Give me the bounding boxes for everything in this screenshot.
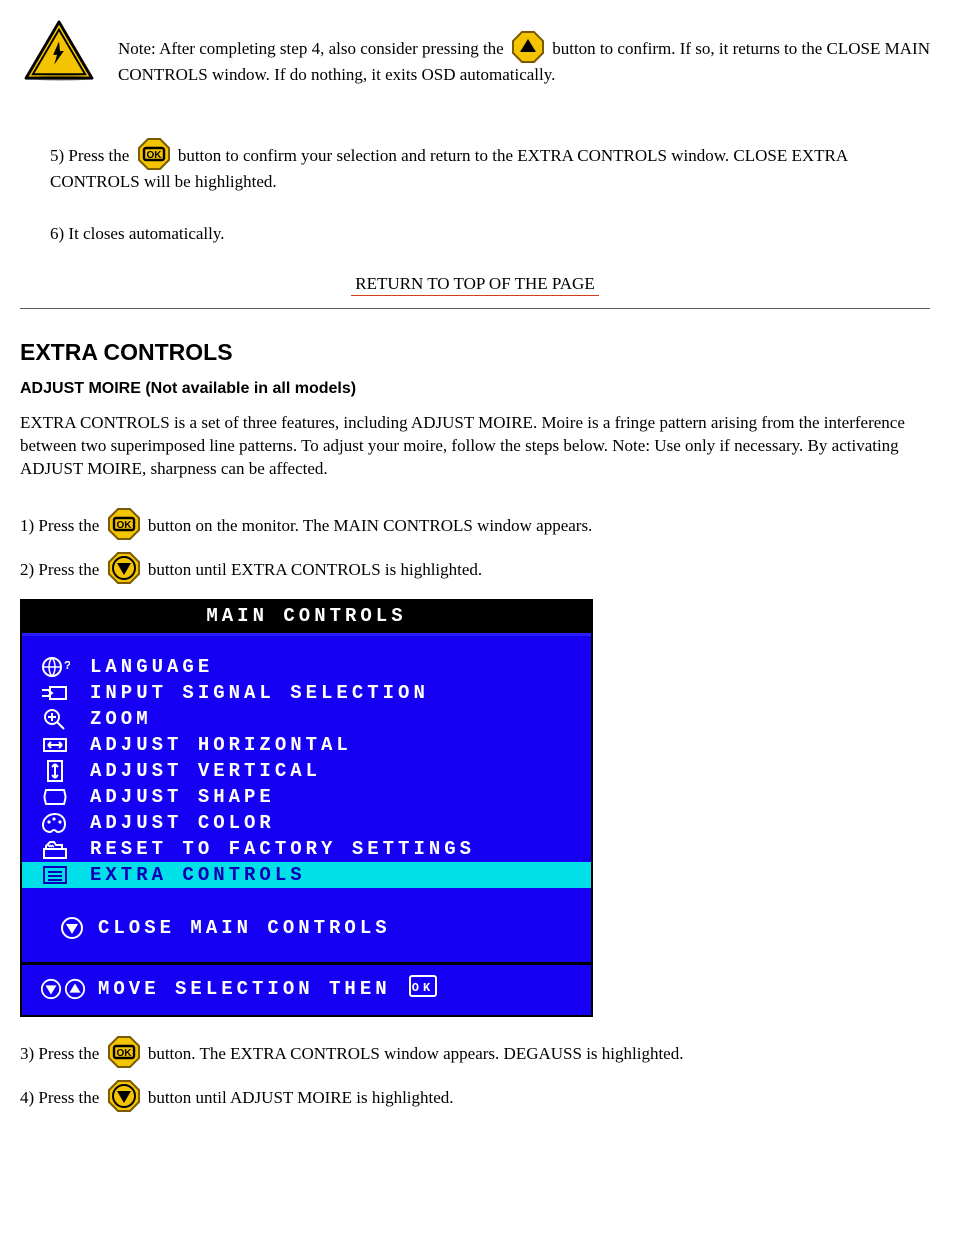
- osd-main-controls: MAIN CONTROLS ? LANGUAGE INPUT SIGNAL SELE…: [20, 599, 593, 1017]
- note-text-a: Note: After completing step 4, also cons…: [118, 39, 508, 58]
- osd-item-label: ADJUST HORIZONTAL: [90, 734, 352, 756]
- osd-close-row: CLOSE MAIN CONTROLS: [22, 914, 591, 962]
- step-4: 4) Press the button until ADJUST MOIRE i…: [20, 1079, 930, 1113]
- list-icon: [36, 863, 74, 887]
- osd-item-label: INPUT SIGNAL SELECTION: [90, 682, 429, 704]
- osd-item-label: ADJUST COLOR: [90, 812, 275, 834]
- osd-item-label: LANGUAGE: [90, 656, 213, 678]
- svg-text:OK: OK: [411, 981, 433, 995]
- osd-item-label: ADJUST VERTICAL: [90, 760, 321, 782]
- osd-item-extra-controls: EXTRA CONTROLS: [22, 862, 591, 888]
- down-arrow-icon: [107, 551, 141, 585]
- osd-item-adjust-vertical: ADJUST VERTICAL: [22, 758, 591, 784]
- svg-text:OK: OK: [116, 1048, 132, 1059]
- color-icon: [36, 811, 74, 835]
- svg-text:OK: OK: [116, 520, 132, 531]
- osd-item-input-signal-selection: INPUT SIGNAL SELECTION: [22, 680, 591, 706]
- vert-icon: [36, 759, 74, 783]
- step-5: 5) Press the OK button to confirm your s…: [50, 137, 930, 194]
- adjust-moire-heading: ADJUST MOIRE (Not available in all model…: [20, 380, 930, 398]
- down-chevron-icon: [60, 916, 84, 940]
- ok-icon: OK: [107, 1035, 141, 1069]
- step-6: 6) It closes automatically.: [50, 224, 930, 244]
- zoom-icon: [36, 707, 74, 731]
- step-1: 1) Press the OK button on the monitor. T…: [20, 507, 930, 541]
- osd-footer: MOVE SELECTION THEN OK: [22, 962, 591, 1015]
- svg-text:OK: OK: [146, 150, 162, 161]
- section-divider: [20, 308, 930, 309]
- reset-icon: [36, 837, 74, 861]
- osd-close-label: CLOSE MAIN CONTROLS: [98, 917, 391, 939]
- step-2: 2) Press the button until EXTRA CONTROLS…: [20, 551, 930, 585]
- up-arrow-icon: [511, 30, 545, 64]
- osd-item-language: ? LANGUAGE: [22, 654, 591, 680]
- globe-icon: ?: [36, 655, 74, 679]
- extra-controls-heading: EXTRA CONTROLS: [20, 339, 930, 366]
- osd-item-reset-to-factory-settings: RESET TO FACTORY SETTINGS: [22, 836, 591, 862]
- return-to-top-link[interactable]: RETURN TO TOP OF THE PAGE: [20, 274, 930, 294]
- osd-item-label: RESET TO FACTORY SETTINGS: [90, 838, 475, 860]
- osd-item-zoom: ZOOM: [22, 706, 591, 732]
- moire-intro: EXTRA CONTROLS is a set of three feature…: [20, 412, 930, 481]
- step5-text-a: 5) Press the: [50, 146, 134, 165]
- horiz-icon: [36, 733, 74, 757]
- osd-item-adjust-color: ADJUST COLOR: [22, 810, 591, 836]
- ok-box-icon: OK: [409, 975, 437, 1003]
- shape-icon: [36, 785, 74, 809]
- input-icon: [36, 681, 74, 705]
- osd-title: MAIN CONTROLS: [22, 601, 591, 633]
- osd-item-label: ZOOM: [90, 708, 152, 730]
- note-block: Note: After completing step 4, also cons…: [20, 20, 930, 87]
- osd-footer-label: MOVE SELECTION THEN: [98, 978, 391, 1000]
- down-chevron-icon: [40, 978, 62, 1000]
- step-3: 3) Press the OK button. The EXTRA CONTRO…: [20, 1035, 930, 1069]
- ok-icon: OK: [107, 507, 141, 541]
- down-arrow-icon: [107, 1079, 141, 1113]
- ok-icon: OK: [137, 137, 171, 171]
- warning-triangle-icon: [20, 20, 98, 82]
- osd-item-label: ADJUST SHAPE: [90, 786, 275, 808]
- up-chevron-icon: [64, 978, 86, 1000]
- osd-item-adjust-shape: ADJUST SHAPE: [22, 784, 591, 810]
- svg-text:?: ?: [64, 659, 70, 673]
- osd-item-label: EXTRA CONTROLS: [90, 864, 306, 886]
- osd-item-adjust-horizontal: ADJUST HORIZONTAL: [22, 732, 591, 758]
